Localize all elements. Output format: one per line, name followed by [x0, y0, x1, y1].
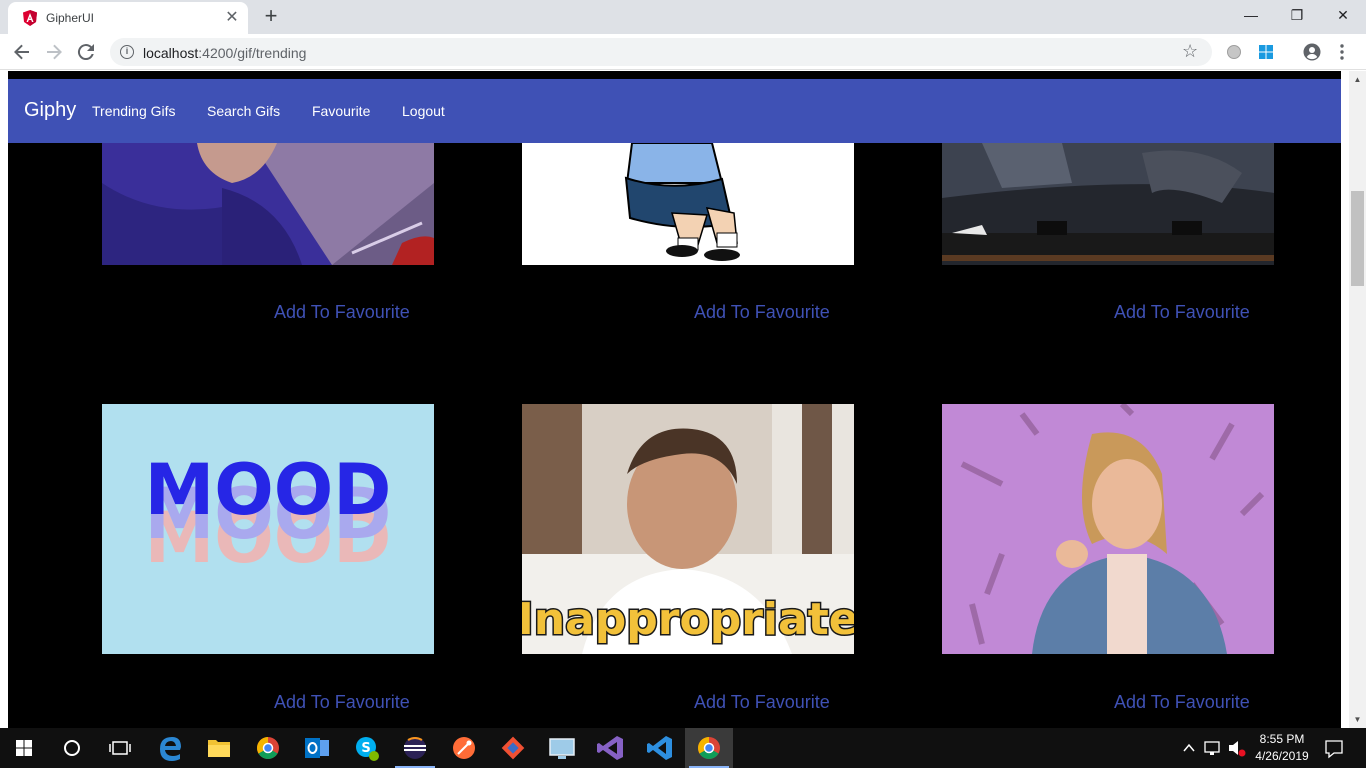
reload-icon — [77, 44, 94, 61]
windows-start-icon — [16, 740, 32, 756]
bookmark-star-icon[interactable]: ☆ — [1182, 41, 1198, 62]
reload-button[interactable] — [74, 40, 98, 64]
volume-muted-icon[interactable] — [1226, 728, 1248, 768]
page-viewport: Giphy Trending Gifs Search Gifs Favourit… — [0, 71, 1349, 728]
gif-image-woman-pointing — [942, 404, 1274, 654]
svg-text:MOOD: MOOD — [145, 449, 392, 531]
url-text[interactable]: localhost:4200/gif/trending — [143, 45, 306, 61]
extension-circle-icon[interactable] — [1224, 42, 1244, 62]
tab-close-icon[interactable]: ✕ — [222, 8, 242, 28]
taskbar-remote-desktop[interactable] — [538, 728, 586, 768]
folder-icon — [208, 740, 230, 757]
add-to-favourite-link[interactable]: Add To Favourite — [274, 302, 410, 323]
gif-image-cartoon-legs — [522, 143, 854, 265]
address-bar[interactable]: i localhost:4200/gif/trending ☆ — [110, 38, 1212, 66]
taskbar-vscode[interactable] — [636, 728, 684, 768]
scrollbar-thumb[interactable] — [1351, 191, 1364, 286]
minimize-button[interactable]: — — [1228, 0, 1274, 30]
menu-dots-icon[interactable] — [1332, 42, 1352, 62]
clock-date: 4/26/2019 — [1255, 749, 1309, 763]
show-hidden-icons-chevron-icon[interactable] — [1180, 728, 1198, 768]
cortana-search-button[interactable] — [48, 728, 96, 768]
remote-desktop-icon — [549, 738, 575, 759]
skype-icon: S — [356, 737, 379, 761]
taskbar-chrome[interactable] — [244, 728, 292, 768]
add-to-favourite-link[interactable]: Add To Favourite — [694, 692, 830, 713]
close-window-button[interactable]: ✕ — [1320, 0, 1366, 30]
clock-time: 8:55 PM — [1259, 732, 1305, 746]
page-scrollbar[interactable]: ▲ ▼ — [1349, 71, 1366, 728]
arrow-right-icon — [47, 44, 62, 60]
git-icon — [501, 736, 525, 760]
taskbar-file-explorer[interactable] — [195, 728, 243, 768]
scroll-up-arrow-icon[interactable]: ▲ — [1349, 71, 1366, 88]
brand-logo-text[interactable]: Giphy — [24, 99, 76, 122]
eclipse-icon — [404, 737, 426, 759]
new-tab-button[interactable]: + — [258, 4, 284, 30]
nav-link-logout[interactable]: Logout — [402, 103, 445, 119]
gif-image-inappropriate: Inappropriate — [522, 404, 854, 654]
cortana-circle-icon — [64, 740, 80, 756]
vscode-icon — [647, 736, 672, 760]
svg-text:S: S — [361, 741, 370, 756]
forward-button[interactable] — [42, 40, 66, 64]
angular-logo-icon — [23, 10, 37, 26]
action-center-icon[interactable] — [1322, 728, 1346, 768]
visual-studio-icon — [597, 736, 623, 760]
tab-title: GipherUI — [46, 11, 95, 25]
scroll-down-arrow-icon[interactable]: ▼ — [1349, 711, 1366, 728]
browser-tabstrip: GipherUI ✕ + — ❐ ✕ — [0, 0, 1366, 34]
nav-link-favourite[interactable]: Favourite — [312, 103, 370, 119]
start-button[interactable] — [0, 728, 48, 768]
nav-link-trending-gifs[interactable]: Trending Gifs — [92, 103, 176, 119]
chrome-icon — [698, 737, 720, 759]
svg-text:Inappropriate: Inappropriate — [522, 594, 854, 645]
taskbar-skype[interactable]: S — [342, 728, 390, 768]
info-icon[interactable]: i — [120, 45, 134, 59]
taskbar-outlook[interactable] — [293, 728, 341, 768]
taskbar-postman[interactable] — [440, 728, 488, 768]
chrome-icon — [257, 737, 279, 759]
taskbar-git[interactable] — [489, 728, 537, 768]
task-view-icon — [109, 741, 131, 755]
browser-toolbar: i localhost:4200/gif/trending ☆ — [0, 34, 1366, 70]
gif-image-talk-show — [942, 143, 1274, 265]
taskbar-eclipse[interactable] — [391, 728, 439, 768]
windows-taskbar: S 8:55 PM 4/26/2019 — [0, 728, 1366, 768]
taskbar-edge[interactable] — [146, 728, 194, 768]
profile-avatar-icon[interactable] — [1302, 42, 1322, 62]
taskbar-chrome-active[interactable] — [685, 728, 733, 768]
outlook-icon — [305, 738, 329, 758]
nav-link-search-gifs[interactable]: Search Gifs — [207, 103, 280, 119]
restore-button[interactable]: ❐ — [1274, 0, 1320, 30]
add-to-favourite-link[interactable]: Add To Favourite — [274, 692, 410, 713]
add-to-favourite-link[interactable]: Add To Favourite — [1114, 302, 1250, 323]
taskbar-visual-studio[interactable] — [587, 728, 635, 768]
add-to-favourite-link[interactable]: Add To Favourite — [1114, 692, 1250, 713]
arrow-left-icon — [14, 44, 29, 60]
gif-image-cartoon-hero — [102, 143, 434, 265]
add-to-favourite-link[interactable]: Add To Favourite — [694, 302, 830, 323]
windows-extension-icon[interactable] — [1256, 42, 1276, 62]
network-icon[interactable] — [1202, 728, 1224, 768]
app-navbar: Giphy Trending Gifs Search Gifs Favourit… — [8, 79, 1341, 143]
taskbar-clock[interactable]: 8:55 PM 4/26/2019 — [1252, 731, 1312, 765]
browser-tab[interactable]: GipherUI ✕ — [8, 2, 248, 34]
edge-browser-icon — [160, 737, 181, 761]
postman-icon — [453, 737, 475, 759]
back-button[interactable] — [10, 40, 34, 64]
task-view-button[interactable] — [96, 728, 144, 768]
gif-image-mood: MOOD MOOD MOOD — [102, 404, 434, 654]
